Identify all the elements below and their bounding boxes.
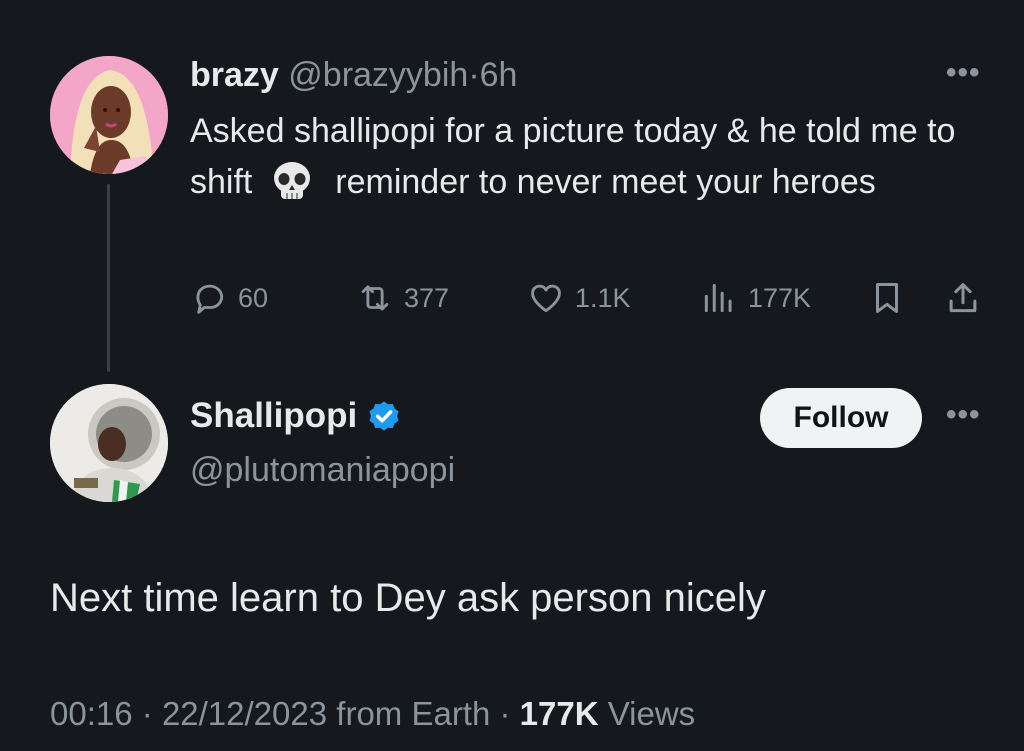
author-name[interactable]: brazy	[190, 56, 279, 94]
reply-author-row: Shallipopi	[190, 393, 403, 439]
avatar-image	[50, 384, 168, 502]
tweet-header: brazy @brazyybih·6h	[190, 54, 517, 96]
follow-button[interactable]: Follow	[760, 388, 922, 448]
share-icon	[949, 283, 977, 313]
more-options-icon[interactable]: •••	[946, 398, 981, 432]
reply-author-name[interactable]: Shallipopi	[190, 393, 357, 439]
tweet-meta: 00:16 · 22/12/2023 from Earth · 177K Vie…	[50, 692, 695, 736]
tweet-text: Asked shallipopi for a picture today & h…	[190, 106, 970, 208]
reply-count: 60	[238, 283, 269, 313]
shallipopi-avatar[interactable]	[50, 384, 168, 502]
tweet-text-part2: reminder to never meet your heroes	[335, 163, 876, 201]
repost-icon	[361, 285, 389, 311]
reply-author-handle[interactable]: @plutomaniapopi	[190, 448, 455, 492]
views-count: 177K	[748, 283, 812, 313]
tweet-age[interactable]: 6h	[480, 56, 518, 94]
more-options-icon[interactable]: •••	[946, 56, 981, 90]
header-separator: ·	[468, 56, 480, 94]
meta-separator: ·	[499, 695, 511, 732]
brazy-avatar[interactable]	[50, 56, 168, 174]
thread-connector-line	[107, 184, 110, 372]
reply-button[interactable]: 60	[190, 276, 268, 320]
post-time[interactable]: 00:16	[50, 695, 133, 732]
post-source: from Earth	[336, 695, 491, 732]
views-button[interactable]: 177K	[700, 276, 811, 320]
post-date[interactable]: 22/12/2023	[162, 695, 327, 732]
repost-count: 377	[404, 283, 450, 313]
reply-icon	[196, 284, 224, 314]
views-bar-chart-icon	[704, 283, 732, 313]
meta-separator: ·	[141, 695, 153, 732]
heart-icon	[531, 284, 561, 313]
repost-button[interactable]: 377	[356, 276, 449, 320]
bookmark-button[interactable]	[868, 276, 916, 320]
avatar-image	[50, 56, 168, 174]
like-count: 1.1K	[575, 283, 631, 313]
bookmark-icon	[875, 283, 899, 313]
views-total: 177K	[519, 695, 599, 732]
views-label: Views	[607, 695, 696, 732]
verified-badge-icon	[369, 401, 399, 431]
author-handle[interactable]: @brazyybih	[288, 56, 468, 94]
like-button[interactable]: 1.1K	[527, 276, 631, 320]
skull-icon	[273, 162, 310, 199]
reply-text: Next time learn to Dey ask person nicely	[50, 576, 766, 620]
share-button[interactable]	[944, 276, 992, 320]
